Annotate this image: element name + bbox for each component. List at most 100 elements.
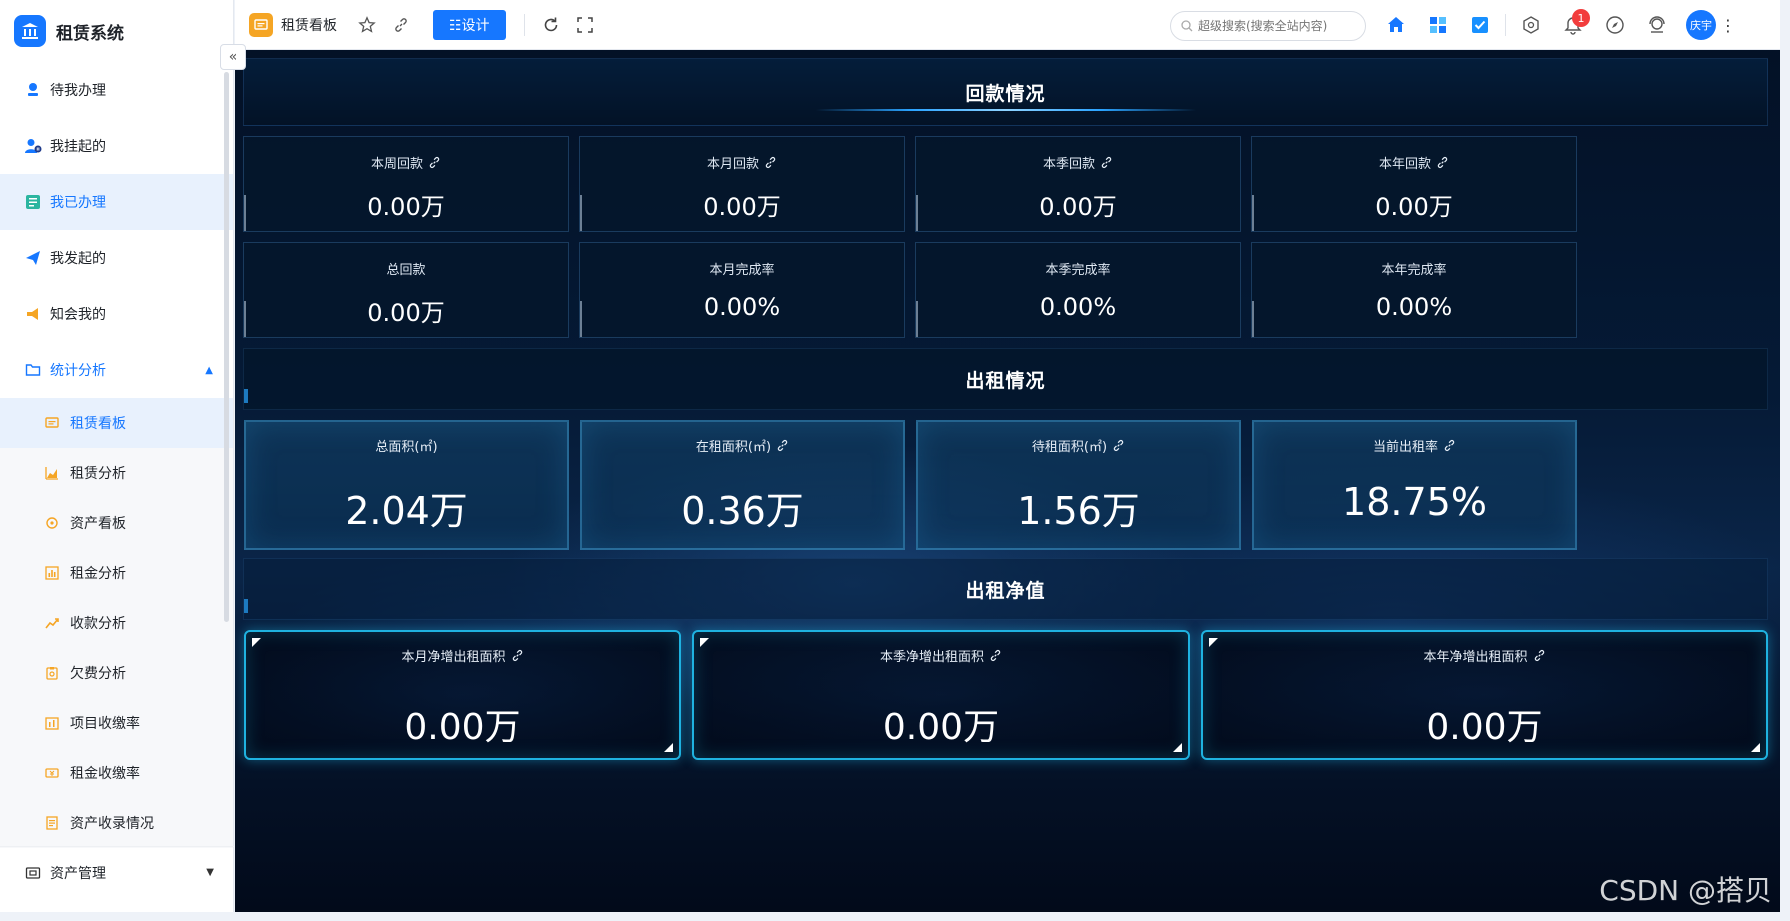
- sidebar-item-todo[interactable]: 待我办理: [0, 62, 233, 118]
- link-icon[interactable]: [1436, 156, 1449, 169]
- stat-value: 0.00万: [1039, 193, 1117, 221]
- sidebar-subitem-label: 租赁看板: [70, 416, 126, 432]
- card-edge: [580, 195, 582, 231]
- search-input[interactable]: [1198, 19, 1358, 33]
- sidebar-subitem-rent-analysis[interactable]: 租金分析: [0, 548, 233, 598]
- rent-label: 在租面积(㎡): [582, 436, 903, 455]
- sidebar-subitem-asset-board[interactable]: 资产看板: [0, 498, 233, 548]
- watermark: CSDN @搭贝: [1599, 874, 1772, 907]
- rent-label-text: 当前出租率: [1372, 440, 1438, 455]
- fullscreen-icon[interactable]: [571, 11, 599, 39]
- asset-icon: [24, 864, 42, 882]
- sidebar-subitem-rent-rate[interactable]: 租金收缴率: [0, 748, 233, 798]
- caret-up-icon: ▲: [205, 364, 213, 376]
- apps-icon[interactable]: [1417, 0, 1459, 50]
- sidebar-subitem-label: 租金分析: [70, 566, 126, 582]
- star-icon[interactable]: [353, 11, 381, 39]
- stat-value: 0.00%: [703, 293, 781, 321]
- task-check-icon[interactable]: [1459, 0, 1501, 50]
- tab-lease-board[interactable]: 租赁看板: [235, 0, 337, 50]
- sidebar-subitem-lease-board[interactable]: 租赁看板: [0, 398, 233, 448]
- sidebar-item-label: 资产管理: [50, 865, 106, 882]
- page-edge-bottom: [0, 912, 1790, 921]
- calendar-chart-icon: [44, 715, 60, 731]
- sidebar-item-initiated[interactable]: 我发起的: [0, 230, 233, 286]
- topbar-actions: 1 庆宇 ⋮: [1375, 0, 1736, 50]
- link-icon[interactable]: [764, 156, 777, 169]
- person-pause-icon: [24, 137, 42, 155]
- collapse-sidebar-button[interactable]: «: [220, 44, 246, 70]
- section-title-rent: 出租情况: [243, 348, 1768, 410]
- stat-card[interactable]: 本年回款 0.00万: [1251, 136, 1577, 232]
- sidebar-subitem-arrears-analysis[interactable]: 欠费分析: [0, 648, 233, 698]
- corner-marker: [1751, 743, 1760, 752]
- rent-label: 待租面积(㎡): [918, 436, 1239, 455]
- folder-icon: [24, 361, 42, 379]
- compass-icon[interactable]: [1594, 0, 1636, 50]
- stat-label: 本月回款: [580, 153, 904, 172]
- net-label: 本季净增出租面积: [694, 646, 1188, 665]
- sidebar-item-notify[interactable]: 知会我的: [0, 286, 233, 342]
- rent-card[interactable]: 在租面积(㎡) 0.36万: [580, 420, 905, 550]
- title-glow-line: [815, 109, 1196, 111]
- board-icon: [249, 12, 273, 37]
- sidebar-item-asset-management[interactable]: 资产管理 ▼: [0, 846, 234, 898]
- sidebar-item-label: 我发起的: [50, 251, 106, 267]
- net-card[interactable]: 本季净增出租面积 0.00万: [692, 630, 1190, 760]
- sidebar-item-done[interactable]: 我已办理: [0, 174, 233, 230]
- done-list-icon: [24, 193, 42, 211]
- refresh-icon[interactable]: [537, 11, 565, 39]
- link-icon[interactable]: [989, 649, 1002, 662]
- net-label-text: 本月净增出租面积: [401, 650, 506, 665]
- hexagon-settings-icon[interactable]: [1510, 0, 1552, 50]
- stat-label: 本月完成率: [709, 263, 775, 278]
- more-vertical-icon[interactable]: ⋮: [1720, 16, 1736, 35]
- brand-title: 租赁系统: [56, 23, 124, 44]
- sidebar-subitem-lease-analysis[interactable]: 租赁分析: [0, 448, 233, 498]
- bell-icon[interactable]: 1: [1552, 0, 1594, 50]
- brand: 租赁系统: [0, 0, 233, 62]
- rent-card[interactable]: 待租面积(㎡) 1.56万: [916, 420, 1241, 550]
- link-icon[interactable]: [776, 439, 789, 452]
- stat-label: 本周回款: [244, 153, 568, 172]
- bank-logo-icon: [14, 15, 46, 47]
- divider: [1505, 14, 1506, 36]
- link-icon[interactable]: [1443, 439, 1456, 452]
- sidebar-subitem-project-rate[interactable]: 项目收缴率: [0, 698, 233, 748]
- search-icon: [1181, 17, 1193, 36]
- section-title-payback: 回款情况: [243, 58, 1768, 126]
- section-title: 回款情况: [965, 82, 1046, 105]
- rent-card[interactable]: 当前出租率 18.75%: [1252, 420, 1577, 550]
- page-edge: [1782, 0, 1790, 921]
- net-card[interactable]: 本年净增出租面积 0.00万: [1201, 630, 1768, 760]
- stat-card[interactable]: 本周回款 0.00万: [243, 136, 569, 232]
- link-icon[interactable]: [387, 11, 415, 39]
- sidebar-subitem-label: 资产收录情况: [70, 816, 154, 832]
- link-icon[interactable]: [1100, 156, 1113, 169]
- design-button[interactable]: ☷设计: [433, 9, 506, 40]
- sidebar-scrollbar[interactable]: [224, 72, 229, 622]
- link-icon[interactable]: [1112, 439, 1125, 452]
- link-icon[interactable]: [428, 156, 441, 169]
- sidebar-group-statistics[interactable]: 统计分析 ▲: [0, 342, 233, 398]
- sidebar-item-suspended[interactable]: 我挂起的: [0, 118, 233, 174]
- link-icon[interactable]: [1533, 649, 1546, 662]
- corner-marker: [1173, 743, 1182, 752]
- dashboard-canvas: 回款情况 本周回款 0.00万 本月回款 0.00万 本季回款 0.00万 本年…: [235, 50, 1780, 912]
- stat-value: 0.00%: [1375, 293, 1453, 321]
- global-search[interactable]: [1170, 11, 1366, 41]
- net-card[interactable]: 本月净增出租面积 0.00万: [244, 630, 681, 760]
- card-edge: [916, 301, 918, 337]
- home-icon[interactable]: [1375, 0, 1417, 50]
- sidebar-subitem-asset-record[interactable]: 资产收录情况: [0, 798, 233, 848]
- link-icon[interactable]: [511, 649, 524, 662]
- support-icon[interactable]: [1636, 0, 1678, 50]
- stat-card[interactable]: 本月回款 0.00万: [579, 136, 905, 232]
- stat-card: 总回款 0.00万: [243, 242, 569, 338]
- stat-label: 本年完成率: [1381, 263, 1447, 278]
- stat-card[interactable]: 本季回款 0.00万: [915, 136, 1241, 232]
- bar-chart-icon: [44, 565, 60, 581]
- avatar[interactable]: 庆宇: [1686, 10, 1716, 40]
- section-title: 出租情况: [965, 369, 1046, 392]
- sidebar-subitem-collection-analysis[interactable]: 收款分析: [0, 598, 233, 648]
